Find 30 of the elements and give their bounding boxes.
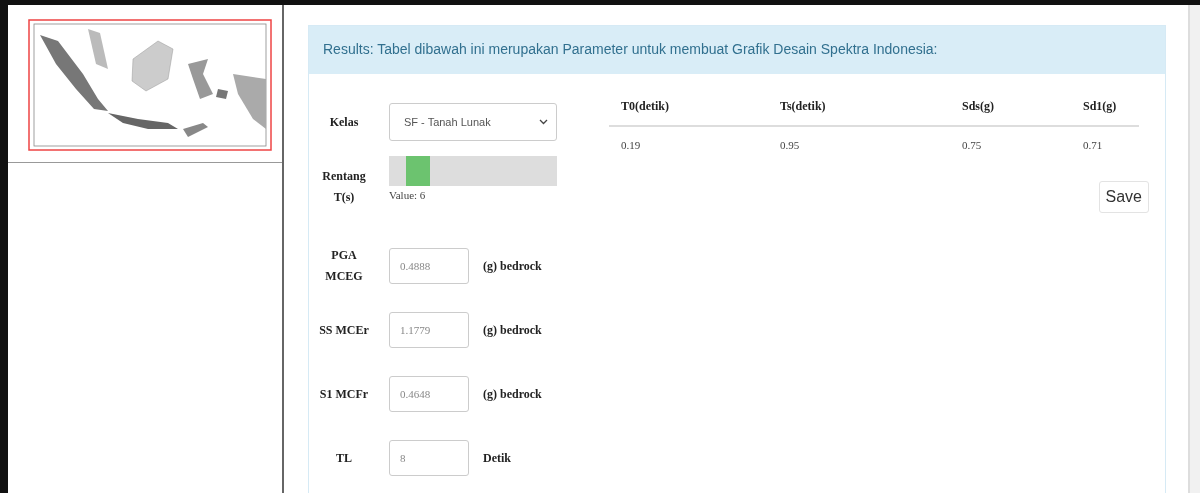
input-field[interactable]: 8 [389, 440, 469, 476]
table-cell: 0.19 [609, 126, 768, 163]
unit-label: Detik [483, 450, 511, 466]
input-field[interactable]: 0.4888 [389, 248, 469, 284]
save-button[interactable]: Save [1098, 181, 1149, 213]
table-cell: 0.71 [1071, 126, 1139, 163]
field-label: Rentang T(s) [321, 168, 367, 206]
input-field[interactable]: 1.1779 [389, 312, 469, 348]
chevron-icon [539, 119, 548, 125]
slider-thumb[interactable] [406, 156, 431, 186]
field-label: SS MCEr [318, 321, 370, 339]
field-label: TL [335, 449, 353, 467]
scrollbar[interactable] [1189, 5, 1200, 493]
range-slider[interactable] [389, 156, 557, 186]
field-label: PGA MCEG [324, 247, 364, 285]
unit-label: (g) bedrock [483, 386, 542, 402]
slider-value: Value: 6 [389, 189, 427, 201]
field-label: Kelas [328, 113, 360, 131]
unit-label: (g) bedrock [483, 322, 542, 338]
table-cell: 0.95 [768, 126, 950, 163]
table-cell: 0.75 [950, 126, 1071, 163]
input-field[interactable]: 0.4648 [389, 376, 469, 412]
column-header: Ts(detik) [768, 90, 950, 126]
column-header: Sd1(g) [1071, 90, 1139, 126]
unit-label: (g) bedrock [483, 258, 542, 274]
results-header: Results: Tabel dibawah ini merupakan Parameter untuk membuat Grafik Desain Spektra Indonesia: [309, 26, 1165, 74]
field-label: S1 MCFr [318, 385, 370, 403]
column-header: Sds(g) [950, 90, 1071, 126]
class-dropdown[interactable]: SF - Tanah Lunak [389, 103, 557, 141]
column-header: T0(detik) [609, 90, 768, 126]
